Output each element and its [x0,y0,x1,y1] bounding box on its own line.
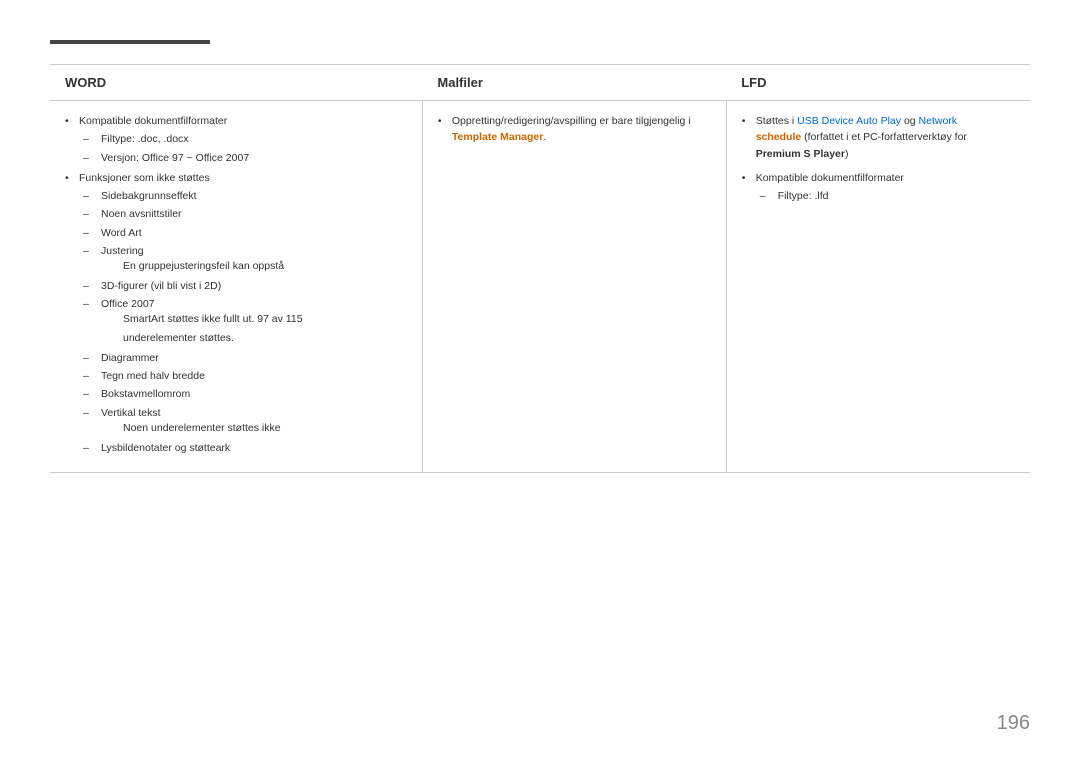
lfd-item-2: Kompatible dokumentfilformater Filtype: … [742,170,1015,205]
malfiler-item-1: Oppretting/redigering/avspilling er bare… [438,113,711,146]
word-sub-item-versjon: Versjon: Office 97 ~ Office 2007 [83,150,407,166]
network-link: Network [919,115,958,127]
malfiler-main-list: Oppretting/redigering/avspilling er bare… [438,113,711,146]
word-cell: Kompatible dokumentfilformater Filtype: … [50,101,422,473]
lfd-main-list: Støttes i USB Device Auto Play og Networ… [742,113,1015,204]
header-lfd: LFD [726,65,1030,101]
word-sub-justering: Justering En gruppejusteringsfeil kan op… [83,243,407,275]
lfd-cell: Støttes i USB Device Auto Play og Networ… [726,101,1030,473]
page-container: WORD Malfiler LFD Kompatible dokumentfil… [0,0,1080,763]
word-sub-diagrammer: Diagrammer [83,350,407,366]
word-sub-office2007: Office 2007 SmartArt støttes ikke fullt … [83,296,407,347]
top-bar-decoration [50,40,210,44]
word-main-list: Kompatible dokumentfilformater Filtype: … [65,113,407,456]
word-sub-vertikal: Vertikal tekst Noen underelementer støtt… [83,405,407,437]
main-table: WORD Malfiler LFD Kompatible dokumentfil… [50,65,1030,473]
template-manager-link: Template Manager [452,131,543,143]
word-sub-wordart: Word Art [83,225,407,241]
header-malfiler: Malfiler [422,65,726,101]
page-number: 196 [997,712,1030,735]
word-item-2: Funksjoner som ikke støttes Sidebakgrunn… [65,170,407,456]
header-word: WORD [50,65,422,101]
word-sub-list-1: Filtype: .doc, .docx Versjon: Office 97 … [83,131,407,166]
schedule-link: schedule [756,131,802,143]
word-sub-vertikal-note: Noen underelementer støttes ikke [101,421,407,437]
lfd-item-1: Støttes i USB Device Auto Play og Networ… [742,113,1015,162]
word-sub-item-filtype: Filtype: .doc, .docx [83,131,407,147]
lfd-sub-list: Filtype: .lfd [760,188,1015,204]
word-sub-lysbilder: Lysbildenotater og støtteark [83,440,407,456]
malfiler-cell: Oppretting/redigering/avspilling er bare… [422,101,726,473]
word-sub-avsnittstiler: Noen avsnittstiler [83,206,407,222]
word-item-1: Kompatible dokumentfilformater Filtype: … [65,113,407,166]
word-sub-list-2: Sidebakgrunnseffekt Noen avsnittstiler W… [83,188,407,456]
lfd-sub-filtype: Filtype: .lfd [760,188,1015,204]
word-sub-sidebakgrunn: Sidebakgrunnseffekt [83,188,407,204]
word-sub-office2007-note1: SmartArt støttes ikke fullt ut. 97 av 11… [101,312,407,328]
premium-s-player-text: Premium S Player [756,148,845,160]
word-sub-bokstav: Bokstavmellomrom [83,386,407,402]
usb-device-link: USB Device Auto Play [797,115,901,127]
word-sub-3d: 3D-figurer (vil bli vist i 2D) [83,278,407,294]
word-sub-tegn: Tegn med halv bredde [83,368,407,384]
word-sub-justering-note: En gruppejusteringsfeil kan oppstå [101,259,407,275]
word-sub-office2007-note2: underelementer støttes. [101,331,407,347]
